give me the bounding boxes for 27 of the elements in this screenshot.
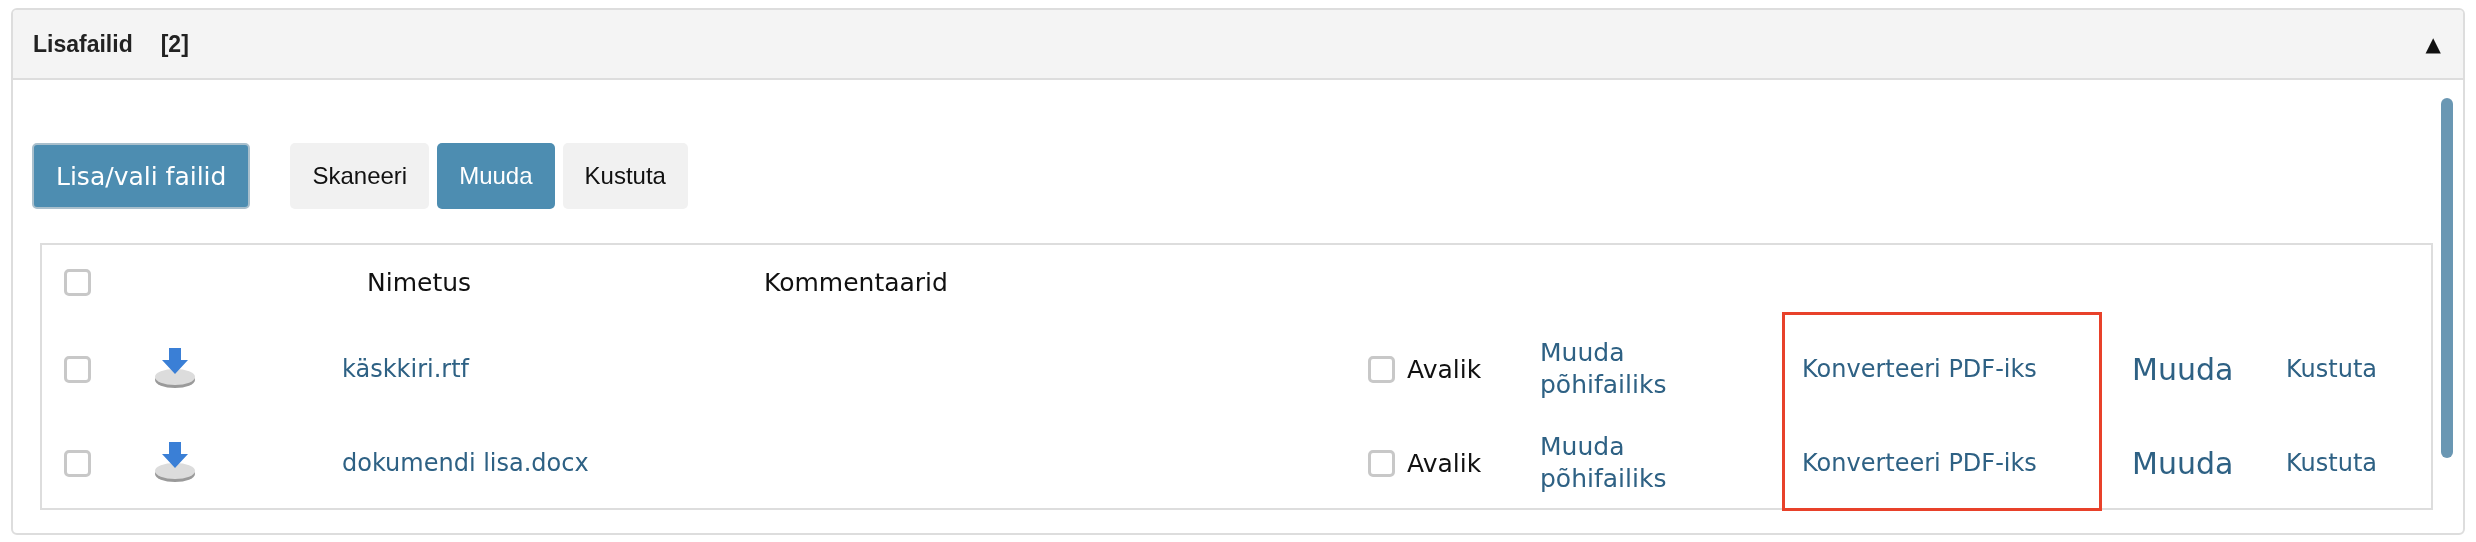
toolbar-button[interactable]: Skaneeri (290, 143, 430, 209)
public-checkbox[interactable] (1368, 355, 1395, 383)
collapse-toggle[interactable]: ▲ (2425, 32, 2441, 56)
add-files-button[interactable]: Lisa/vali failid (32, 143, 251, 209)
file-count: [2] (160, 30, 189, 58)
delete-link[interactable]: Kustuta (2286, 355, 2377, 383)
file-name-link[interactable]: käskkiri.rtf (342, 355, 470, 383)
column-header: Kommentaarid (764, 268, 948, 297)
public-checkbox[interactable] (1368, 449, 1395, 477)
public-label: Avalik (1407, 448, 1482, 478)
make-main-link[interactable]: Muuda põhifailiks (1540, 430, 1680, 496)
convert-pdf-link[interactable]: Konverteeri PDF-iks (1802, 449, 2037, 477)
make-main-link[interactable]: Muuda põhifailiks (1540, 336, 1680, 402)
delete-link[interactable]: Kustuta (2286, 449, 2377, 477)
row-checkbox[interactable] (64, 449, 91, 477)
edit-link[interactable]: Muuda (2132, 351, 2234, 387)
convert-pdf-link[interactable]: Konverteeri PDF-iks (1802, 355, 2037, 383)
toolbar-button[interactable]: Kustuta (562, 143, 688, 209)
scrollbar[interactable] (2441, 98, 2453, 458)
file-name-link[interactable]: dokumendi lisa.docx (342, 449, 589, 477)
toolbar-button[interactable]: Muuda (437, 143, 555, 209)
select-all-checkbox[interactable] (64, 269, 91, 296)
edit-link[interactable]: Muuda (2132, 445, 2234, 481)
column-header: Nimetus (367, 268, 472, 297)
panel-title: Lisafailid (33, 30, 133, 58)
public-label: Avalik (1407, 354, 1482, 384)
row-checkbox[interactable] (64, 355, 91, 383)
